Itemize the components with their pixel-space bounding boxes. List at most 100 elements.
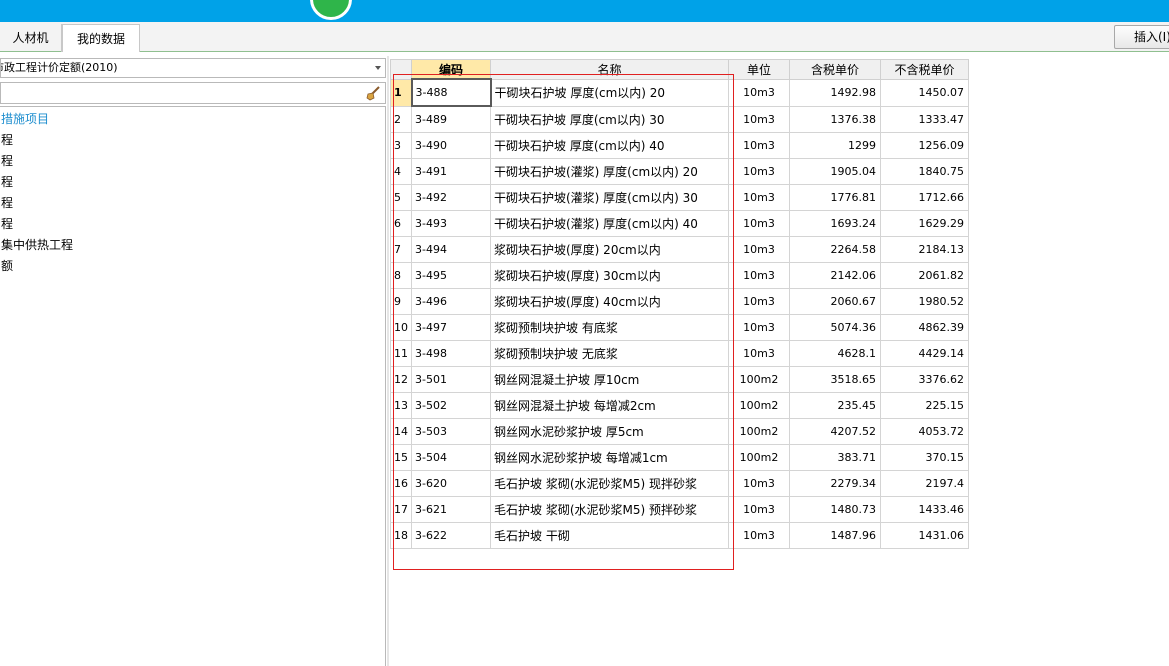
unit-cell[interactable]: 10m3 xyxy=(728,262,790,289)
price-without-tax-cell[interactable]: 4429.14 xyxy=(880,340,969,367)
name-cell[interactable]: 钢丝网水泥砂浆护坡 厚5cm xyxy=(490,418,729,445)
price-without-tax-cell[interactable]: 1450.07 xyxy=(880,78,969,107)
broom-clear-icon[interactable] xyxy=(365,85,381,101)
row-number-cell[interactable]: 1 xyxy=(390,78,412,107)
table-row[interactable]: 13 3-502 钢丝网混凝土护坡 每增减2cm 100m2 235.45 225.15 xyxy=(390,392,969,419)
unit-cell[interactable]: 10m3 xyxy=(728,496,790,523)
code-cell[interactable]: 3-491 xyxy=(411,158,491,185)
code-cell[interactable]: 3-497 xyxy=(411,314,491,341)
table-row[interactable]: 17 3-621 毛石护坡 浆砌(水泥砂浆M5) 预拌砂浆 10m3 1480.73 14… xyxy=(390,496,969,523)
code-cell[interactable]: 3-498 xyxy=(411,340,491,367)
code-cell[interactable]: 3-490 xyxy=(411,132,491,159)
price-without-tax-cell[interactable]: 1333.47 xyxy=(880,105,969,133)
name-cell[interactable]: 干砌块石护坡(灌浆) 厚度(cm以内) 40 xyxy=(490,210,729,237)
row-number-cell[interactable]: 9 xyxy=(390,288,412,315)
price-without-tax-cell[interactable]: 2184.13 xyxy=(880,236,969,263)
unit-cell[interactable]: 10m3 xyxy=(728,522,790,549)
tree-item[interactable]: 措施项目 xyxy=(1,109,49,129)
tree-item[interactable]: 集中供热工程 xyxy=(1,235,73,255)
price-with-tax-cell[interactable]: 1776.81 xyxy=(789,184,881,211)
tree-item[interactable]: 程 xyxy=(1,214,13,234)
unit-cell[interactable]: 10m3 xyxy=(728,236,790,263)
name-cell[interactable]: 浆砌块石护坡(厚度) 30cm以内 xyxy=(490,262,729,289)
unit-cell[interactable]: 100m2 xyxy=(728,444,790,471)
table-row[interactable]: 15 3-504 钢丝网水泥砂浆护坡 每增减1cm 100m2 383.71 370.15 xyxy=(390,444,969,471)
price-with-tax-cell[interactable]: 2264.58 xyxy=(789,236,881,263)
price-without-tax-cell[interactable]: 1431.06 xyxy=(880,522,969,549)
name-cell[interactable]: 浆砌预制块护坡 有底浆 xyxy=(490,314,729,341)
code-cell[interactable]: 3-501 xyxy=(411,366,491,393)
row-number-cell[interactable]: 13 xyxy=(390,392,412,419)
table-row[interactable]: 8 3-495 浆砌块石护坡(厚度) 30cm以内 10m3 2142.06 2061.8… xyxy=(390,262,969,289)
table-row[interactable]: 10 3-497 浆砌预制块护坡 有底浆 10m3 5074.36 4862.39 xyxy=(390,314,969,341)
row-number-cell[interactable]: 6 xyxy=(390,210,412,237)
row-number-cell[interactable]: 3 xyxy=(390,132,412,159)
table-row[interactable]: 11 3-498 浆砌预制块护坡 无底浆 10m3 4628.1 4429.14 xyxy=(390,340,969,367)
name-cell[interactable]: 钢丝网混凝土护坡 每增减2cm xyxy=(490,392,729,419)
price-with-tax-cell[interactable]: 1480.73 xyxy=(789,496,881,523)
unit-cell[interactable]: 10m3 xyxy=(728,132,790,159)
row-number-cell[interactable]: 18 xyxy=(390,522,412,549)
insert-button[interactable]: 插入(I) xyxy=(1114,25,1169,49)
unit-cell[interactable]: 10m3 xyxy=(728,105,790,133)
name-cell[interactable]: 浆砌块石护坡(厚度) 20cm以内 xyxy=(490,236,729,263)
name-cell[interactable]: 干砌块石护坡(灌浆) 厚度(cm以内) 20 xyxy=(490,158,729,185)
row-number-cell[interactable]: 17 xyxy=(390,496,412,523)
price-with-tax-cell[interactable]: 4628.1 xyxy=(789,340,881,367)
name-cell[interactable]: 毛石护坡 浆砌(水泥砂浆M5) 预拌砂浆 xyxy=(490,496,729,523)
price-with-tax-cell[interactable]: 1487.96 xyxy=(789,522,881,549)
code-cell[interactable]: 3-503 xyxy=(411,418,491,445)
tree-item[interactable]: 程 xyxy=(1,151,13,171)
code-cell[interactable]: 3-621 xyxy=(411,496,491,523)
price-with-tax-cell[interactable]: 5074.36 xyxy=(789,314,881,341)
code-cell[interactable]: 3-495 xyxy=(411,262,491,289)
tree-item[interactable]: 程 xyxy=(1,193,13,213)
table-row[interactable]: 18 3-622 毛石护坡 干砌 10m3 1487.96 1431.06 xyxy=(390,522,969,549)
price-with-tax-cell[interactable]: 1905.04 xyxy=(789,158,881,185)
name-cell[interactable]: 毛石护坡 浆砌(水泥砂浆M5) 现拌砂浆 xyxy=(490,470,729,497)
price-without-tax-cell[interactable]: 1980.52 xyxy=(880,288,969,315)
name-cell[interactable]: 干砌块石护坡 厚度(cm以内) 40 xyxy=(490,132,729,159)
table-row[interactable]: 3 3-490 干砌块石护坡 厚度(cm以内) 40 10m3 1299 1256.09 xyxy=(390,132,969,159)
price-without-tax-cell[interactable]: 1256.09 xyxy=(880,132,969,159)
table-row[interactable]: 9 3-496 浆砌块石护坡(厚度) 40cm以内 10m3 2060.67 1980.5… xyxy=(390,288,969,315)
row-number-cell[interactable]: 7 xyxy=(390,236,412,263)
unit-cell[interactable]: 100m2 xyxy=(728,418,790,445)
price-with-tax-cell[interactable]: 1299 xyxy=(789,132,881,159)
table-row[interactable]: 14 3-503 钢丝网水泥砂浆护坡 厚5cm 100m2 4207.52 4053.72 xyxy=(390,418,969,445)
row-number-cell[interactable]: 11 xyxy=(390,340,412,367)
price-without-tax-cell[interactable]: 4053.72 xyxy=(880,418,969,445)
code-cell[interactable]: 3-488 xyxy=(410,78,492,107)
price-without-tax-cell[interactable]: 4862.39 xyxy=(880,314,969,341)
price-without-tax-cell[interactable]: 1840.75 xyxy=(880,158,969,185)
row-number-cell[interactable]: 4 xyxy=(390,158,412,185)
row-number-cell[interactable]: 5 xyxy=(390,184,412,211)
row-number-cell[interactable]: 12 xyxy=(390,366,412,393)
name-cell[interactable]: 干砌块石护坡 厚度(cm以内) 20 xyxy=(490,78,729,107)
table-row[interactable]: 7 3-494 浆砌块石护坡(厚度) 20cm以内 10m3 2264.58 2184.1… xyxy=(390,236,969,263)
price-with-tax-cell[interactable]: 3518.65 xyxy=(789,366,881,393)
unit-cell[interactable]: 100m2 xyxy=(728,392,790,419)
price-without-tax-cell[interactable]: 2061.82 xyxy=(880,262,969,289)
price-without-tax-cell[interactable]: 370.15 xyxy=(880,444,969,471)
code-cell[interactable]: 3-496 xyxy=(411,288,491,315)
price-without-tax-cell[interactable]: 2197.4 xyxy=(880,470,969,497)
code-cell[interactable]: 3-622 xyxy=(411,522,491,549)
panel-splitter[interactable] xyxy=(387,56,389,666)
code-cell[interactable]: 3-489 xyxy=(411,105,491,133)
price-without-tax-cell[interactable]: 1629.29 xyxy=(880,210,969,237)
app-logo-icon[interactable] xyxy=(310,0,352,20)
price-with-tax-cell[interactable]: 2060.67 xyxy=(789,288,881,315)
unit-cell[interactable]: 10m3 xyxy=(728,78,790,107)
table-row[interactable]: 12 3-501 钢丝网混凝土护坡 厚10cm 100m2 3518.65 3376.62 xyxy=(390,366,969,393)
row-number-cell[interactable]: 10 xyxy=(390,314,412,341)
unit-cell[interactable]: 10m3 xyxy=(728,470,790,497)
name-cell[interactable]: 钢丝网水泥砂浆护坡 每增减1cm xyxy=(490,444,729,471)
price-with-tax-column-header[interactable]: 含税单价 xyxy=(789,59,881,80)
table-row[interactable]: 2 3-489 干砌块石护坡 厚度(cm以内) 30 10m3 1376.38 1333.… xyxy=(390,105,969,133)
name-cell[interactable]: 干砌块石护坡(灌浆) 厚度(cm以内) 30 xyxy=(490,184,729,211)
code-cell[interactable]: 3-494 xyxy=(411,236,491,263)
name-cell[interactable]: 浆砌预制块护坡 无底浆 xyxy=(490,340,729,367)
unit-cell[interactable]: 10m3 xyxy=(728,314,790,341)
row-number-cell[interactable]: 16 xyxy=(390,470,412,497)
